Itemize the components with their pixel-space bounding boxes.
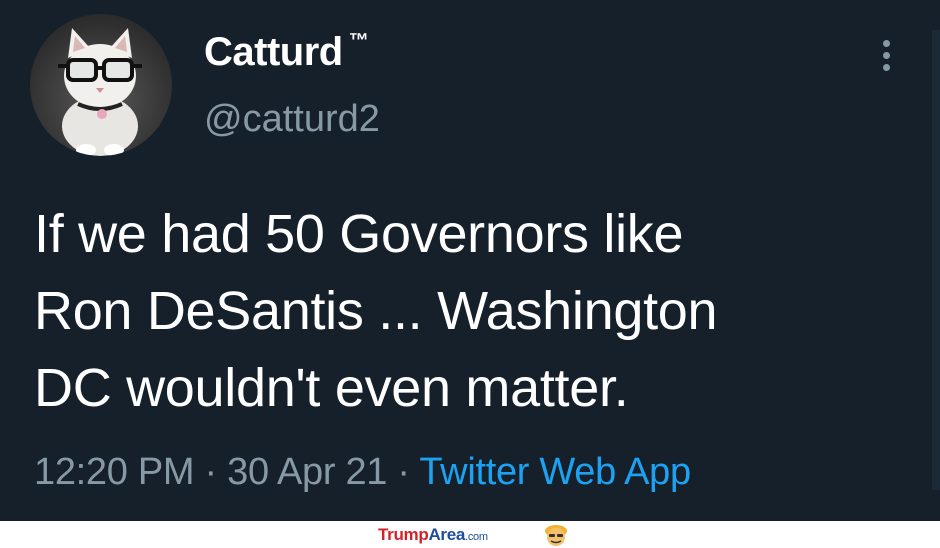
tweet-text-line: If we had 50 Governors like xyxy=(34,204,684,264)
tweet-meta: 12:20 PM · 30 Apr 21 · Twitter Web App xyxy=(34,451,691,494)
tweet-date[interactable]: 30 Apr 21 xyxy=(227,451,387,493)
trademark-symbol: ™ xyxy=(348,30,369,52)
display-name[interactable]: Catturd ™ xyxy=(204,30,369,75)
meta-separator: · xyxy=(204,451,218,493)
watermark-part-1: Trump xyxy=(378,525,429,544)
watermark-part-3: .com xyxy=(465,531,488,543)
tweet-text-line: Ron DeSantis ... Washington xyxy=(34,281,718,341)
user-handle[interactable]: @catturd2 xyxy=(204,98,380,141)
trump-face-icon xyxy=(545,525,567,546)
avatar[interactable] xyxy=(30,14,172,156)
watermark-text: TrumpArea.com xyxy=(378,525,488,545)
tweet-text-line: DC wouldn't even matter. xyxy=(34,358,629,418)
more-vertical-icon[interactable] xyxy=(878,40,894,74)
watermark-part-2: Area xyxy=(428,525,466,544)
watermark-bar: TrumpArea.com xyxy=(0,521,940,548)
tweet-text: If we had 50 Governors like Ron DeSantis… xyxy=(34,196,914,427)
scroll-edge xyxy=(932,30,940,490)
cat-avatar-icon xyxy=(58,28,142,156)
tweet-time[interactable]: 12:20 PM xyxy=(34,451,195,493)
display-name-text: Catturd xyxy=(204,30,343,74)
meta-separator: · xyxy=(397,451,410,493)
tweet-card: Catturd ™ @catturd2 If we had 50 Governor… xyxy=(0,0,940,521)
tweet-source-link[interactable]: Twitter Web App xyxy=(419,451,691,493)
